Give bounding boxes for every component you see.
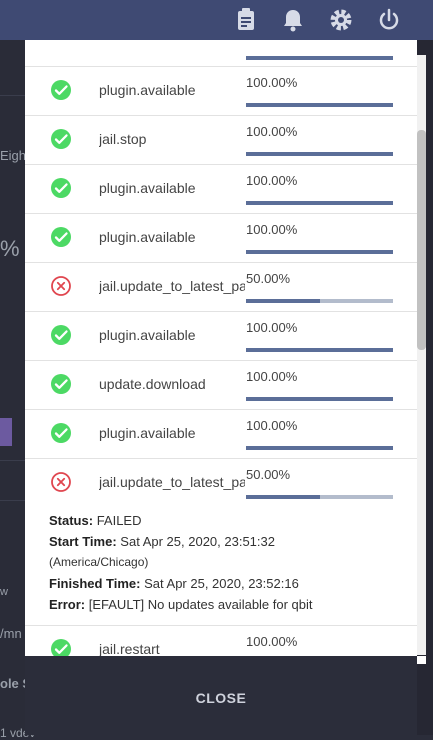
- task-name: plugin.available: [99, 327, 196, 343]
- task-name: plugin.available: [99, 82, 196, 98]
- progress-bar: [246, 201, 393, 205]
- progress-bar: [246, 446, 393, 450]
- progress-bar: [246, 103, 393, 107]
- task-name: plugin.available: [99, 425, 196, 441]
- task-percent: 100.00%: [246, 222, 298, 237]
- task-manager-dialog: plugin.available 100.00% jail.stop 100.00% p…: [25, 40, 417, 656]
- progress-bar-fill: [246, 495, 320, 499]
- task-row[interactable]: update.download 100.00%: [25, 360, 417, 410]
- background-text: /mn: [0, 626, 22, 641]
- check-circle-icon: [50, 177, 72, 199]
- background-purple-button: [0, 418, 12, 446]
- power-icon[interactable]: [375, 6, 403, 34]
- check-circle-icon: [50, 422, 72, 444]
- check-circle-icon: [50, 128, 72, 150]
- check-circle-icon: [50, 79, 72, 101]
- job-details: Status: FAILED Start Time: Sat Apr 25, 2…: [49, 510, 313, 615]
- task-percent: 100.00%: [246, 418, 298, 433]
- progress-bar: [246, 348, 393, 352]
- task-row[interactable]: plugin.available 100.00%: [25, 66, 417, 116]
- task-name: plugin.available: [99, 229, 196, 245]
- progress-bar-fill: [246, 299, 320, 303]
- background-text: %: [0, 236, 20, 261]
- progress-bar: [246, 299, 393, 303]
- error-label: Error:: [49, 597, 86, 612]
- bell-icon[interactable]: [279, 6, 307, 34]
- start-time-label: Start Time:: [49, 534, 117, 549]
- scrollbar-thumb[interactable]: [417, 130, 426, 350]
- task-percent: 100.00%: [246, 320, 298, 335]
- status-label: Status:: [49, 513, 94, 528]
- progress-bar: [246, 250, 393, 254]
- task-row[interactable]: plugin.available 100.00%: [25, 164, 417, 214]
- finished-time-value: Sat Apr 25, 2020, 23:52:16: [144, 576, 299, 591]
- close-button[interactable]: CLOSE: [175, 680, 267, 716]
- task-row-partial: [25, 40, 417, 67]
- dialog-footer: CLOSE: [25, 656, 417, 735]
- progress-bar-fill: [246, 103, 393, 107]
- task-percent: 100.00%: [246, 124, 298, 139]
- progress-bar-fill: [246, 446, 393, 450]
- task-name: update.download: [99, 376, 206, 392]
- progress-bar: [246, 152, 393, 156]
- task-percent: 100.00%: [246, 173, 298, 188]
- background-text: w: [0, 586, 8, 598]
- progress-bar-fill: [246, 250, 393, 254]
- task-name: jail.stop: [99, 131, 147, 147]
- gear-icon[interactable]: [327, 6, 355, 34]
- task-name: plugin.available: [99, 180, 196, 196]
- error-circle-icon: [50, 471, 72, 493]
- task-name: jail.update_to_latest_patch: [99, 278, 245, 294]
- task-row[interactable]: plugin.available 100.00%: [25, 409, 417, 459]
- task-row[interactable]: jail.restart 100.00%: [25, 625, 417, 656]
- top-toolbar: [0, 0, 433, 40]
- progress-bar-fill: [246, 348, 393, 352]
- timezone: (America/Chicago): [49, 555, 149, 569]
- task-row[interactable]: plugin.available 100.00%: [25, 311, 417, 361]
- task-row[interactable]: plugin.available 100.00%: [25, 213, 417, 263]
- check-circle-icon: [50, 373, 72, 395]
- progress-bar-fill: [246, 152, 393, 156]
- clipboard-icon[interactable]: [232, 6, 260, 34]
- progress-bar: [246, 495, 393, 499]
- check-circle-icon: [50, 638, 72, 656]
- check-circle-icon: [50, 226, 72, 248]
- background-text: Eigh: [0, 148, 27, 163]
- task-percent: 50.00%: [246, 467, 291, 482]
- task-percent: 100.00%: [246, 634, 298, 649]
- task-name: jail.update_to_latest_patch: [99, 474, 245, 490]
- progress-bar-fill: [246, 56, 393, 60]
- task-percent: 100.00%: [246, 369, 298, 384]
- status-value: FAILED: [96, 513, 142, 528]
- progress-bar-fill: [246, 201, 393, 205]
- task-percent: 50.00%: [246, 271, 291, 286]
- task-name: jail.restart: [99, 641, 160, 656]
- finished-time-label: Finished Time:: [49, 576, 141, 591]
- start-time-value: Sat Apr 25, 2020, 23:51:32: [120, 534, 275, 549]
- progress-bar: [246, 397, 393, 401]
- task-row[interactable]: jail.stop 100.00%: [25, 115, 417, 165]
- dialog-corner: [417, 656, 426, 664]
- task-row[interactable]: jail.update_to_latest_patch50.00%: [25, 262, 417, 312]
- task-percent: 100.00%: [246, 75, 298, 90]
- error-value: [EFAULT] No updates available for qbit: [88, 597, 313, 612]
- check-circle-icon: [50, 324, 72, 346]
- progress-bar-fill: [246, 397, 393, 401]
- error-circle-icon: [50, 275, 72, 297]
